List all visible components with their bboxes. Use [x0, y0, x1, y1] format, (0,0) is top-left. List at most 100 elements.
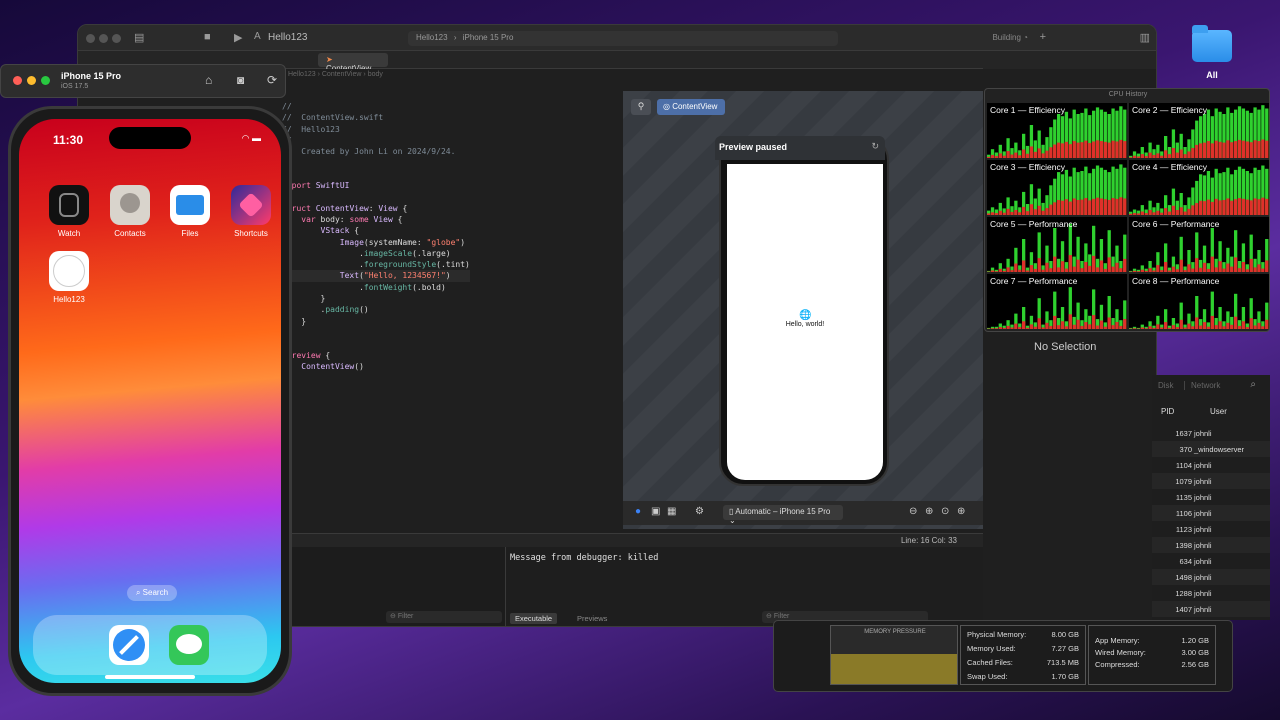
run-icon[interactable]: ▶: [234, 31, 242, 44]
device-settings-icon[interactable]: ⚙: [695, 506, 704, 517]
device-selector[interactable]: ▯ Automatic – iPhone 15 Pro ⌄: [723, 505, 843, 525]
code-line[interactable]: import SwiftUI: [282, 180, 470, 191]
code-line[interactable]: }: [282, 316, 470, 327]
shortcuts-app-icon[interactable]: [231, 185, 271, 225]
code-line[interactable]: [282, 338, 470, 349]
code-line[interactable]: struct ContentView: View {: [282, 203, 470, 214]
zoom-fit-icon[interactable]: ⊙: [941, 506, 949, 517]
code-line[interactable]: .fontWeight(.bold): [282, 282, 470, 293]
home-screen[interactable]: 11:30 ◠ ▬ Watch Contacts Files Shortcuts…: [19, 119, 281, 683]
jump-symbol[interactable]: body: [368, 71, 383, 78]
cpu-bar-system: [1171, 205, 1176, 215]
code-line[interactable]: #Preview {: [282, 350, 470, 361]
code-line[interactable]: [282, 169, 470, 180]
code-line[interactable]: .imageScale(.large): [282, 248, 470, 259]
code-line[interactable]: ContentView(): [282, 361, 470, 372]
tab-network[interactable]: Network: [1184, 381, 1220, 390]
code-line[interactable]: Text("Hello, 1234567!"): [282, 270, 470, 282]
zoom-out-icon[interactable]: ⊖: [909, 506, 917, 517]
navigator-toggle-icon[interactable]: ▤: [134, 31, 144, 44]
preview-canvas[interactable]: ⚲ ◎ ContentView 🌐 Hello, world! Preview …: [623, 91, 983, 529]
process-row[interactable]: 1106 johnli: [1152, 505, 1270, 521]
code-line[interactable]: VStack {: [282, 225, 470, 236]
messages-app-icon[interactable]: [169, 625, 209, 665]
hello123-app-icon[interactable]: [49, 251, 89, 291]
process-row[interactable]: 1407 johnli: [1152, 601, 1270, 617]
close-window-button[interactable]: [86, 34, 95, 43]
stop-icon[interactable]: ■: [204, 31, 211, 43]
watch-app-icon[interactable]: [49, 185, 89, 225]
contacts-app-icon[interactable]: [110, 185, 150, 225]
code-line[interactable]: // Created by John Li on 2024/9/24.: [282, 146, 470, 157]
home-indicator[interactable]: [105, 675, 195, 679]
code-line[interactable]: //: [282, 101, 470, 112]
variables-view[interactable]: ⊖ Filter: [278, 547, 506, 626]
variables-filter[interactable]: ⊖ Filter: [386, 611, 502, 623]
scheme-selector[interactable]: Hello123 › iPhone 15 Pro: [408, 31, 838, 46]
process-row[interactable]: 634 johnli: [1152, 553, 1270, 569]
preview-target-chip[interactable]: ◎ ContentView: [657, 99, 725, 115]
process-row[interactable]: 1288 johnli: [1152, 585, 1270, 601]
code-line[interactable]: // ContentView.swift: [282, 112, 470, 123]
zoom-actual-icon[interactable]: ⊕: [957, 506, 965, 517]
tab-executable[interactable]: Executable: [510, 613, 558, 624]
code-line[interactable]: }: [282, 372, 470, 383]
safari-app-icon[interactable]: [109, 625, 149, 665]
pin-icon[interactable]: ⚲: [631, 99, 651, 115]
code-line[interactable]: }: [282, 327, 470, 338]
jump-project[interactable]: Hello123: [288, 71, 316, 78]
jump-bar[interactable]: Hello123 › ContentView › body: [278, 69, 618, 83]
code-line[interactable]: .padding(): [282, 304, 470, 315]
code-line[interactable]: [282, 191, 470, 202]
code-line[interactable]: //: [282, 157, 470, 168]
minimize-simulator-button[interactable]: [27, 76, 36, 85]
process-row[interactable]: 1398 johnli: [1152, 537, 1270, 553]
code-line[interactable]: // Hello123: [282, 124, 470, 135]
preview-screen[interactable]: 🌐 Hello, world!: [727, 164, 883, 480]
refresh-icon[interactable]: ↻: [871, 141, 879, 152]
home-icon[interactable]: ⌂: [205, 73, 212, 87]
tab-previews[interactable]: Previews: [572, 613, 612, 624]
process-row[interactable]: 1498 johnli: [1152, 569, 1270, 585]
process-row[interactable]: 1079 johnli: [1152, 473, 1270, 489]
add-icon[interactable]: +: [1040, 31, 1046, 43]
jump-file[interactable]: ContentView: [322, 71, 362, 78]
pid-column-header[interactable]: PID: [1161, 407, 1174, 416]
cpu-bar-system: [1099, 198, 1104, 215]
rotate-icon[interactable]: ⟳: [267, 73, 277, 87]
zoom-window-button[interactable]: [112, 34, 121, 43]
selectable-mode-icon[interactable]: ▣: [651, 506, 660, 517]
live-mode-icon[interactable]: ●: [635, 506, 641, 517]
close-simulator-button[interactable]: [13, 76, 22, 85]
code-line[interactable]: var body: some View {: [282, 214, 470, 225]
process-row[interactable]: 1135 johnli: [1152, 489, 1270, 505]
zoom-in-icon[interactable]: ⊕: [925, 506, 933, 517]
inspector-toggle-icon[interactable]: ▥: [1140, 31, 1150, 44]
desktop-folder[interactable]: All: [1190, 25, 1234, 80]
cpu-bar-system: [1123, 318, 1127, 329]
cpu-bar-system: [1234, 316, 1238, 329]
code-line[interactable]: }: [282, 293, 470, 304]
process-row[interactable]: 370 _windowserver: [1152, 441, 1270, 457]
code-line[interactable]: .foregroundStyle(.tint): [282, 259, 470, 270]
user-column-header[interactable]: User: [1210, 407, 1227, 416]
process-row[interactable]: 1637 johnli: [1152, 425, 1270, 441]
process-row[interactable]: 1104 johnli: [1152, 457, 1270, 473]
tab-contentview[interactable]: ➤ ContentView: [318, 53, 388, 73]
source-editor[interactable]: //// ContentView.swift// Hello123//// Cr…: [278, 83, 618, 533]
process-row[interactable]: 1123 johnli: [1152, 521, 1270, 537]
zoom-simulator-button[interactable]: [41, 76, 50, 85]
process-pid: 1135: [1175, 493, 1192, 502]
cpu-bar-system: [987, 156, 991, 158]
code-text[interactable]: //// ContentView.swift// Hello123//// Cr…: [282, 101, 470, 383]
screenshot-icon[interactable]: ◙: [237, 73, 244, 87]
code-line[interactable]: //: [282, 135, 470, 146]
variants-icon[interactable]: ▦: [667, 506, 676, 517]
tab-disk[interactable]: Disk: [1158, 381, 1174, 390]
search-icon[interactable]: ⌕: [1250, 379, 1256, 390]
files-app-icon[interactable]: [170, 185, 210, 225]
cpu-bar-system: [1167, 270, 1172, 272]
minimize-window-button[interactable]: [99, 34, 108, 43]
spotlight-search[interactable]: ⌕ Search: [127, 585, 177, 601]
code-line[interactable]: Image(systemName: "globe"): [282, 237, 470, 248]
